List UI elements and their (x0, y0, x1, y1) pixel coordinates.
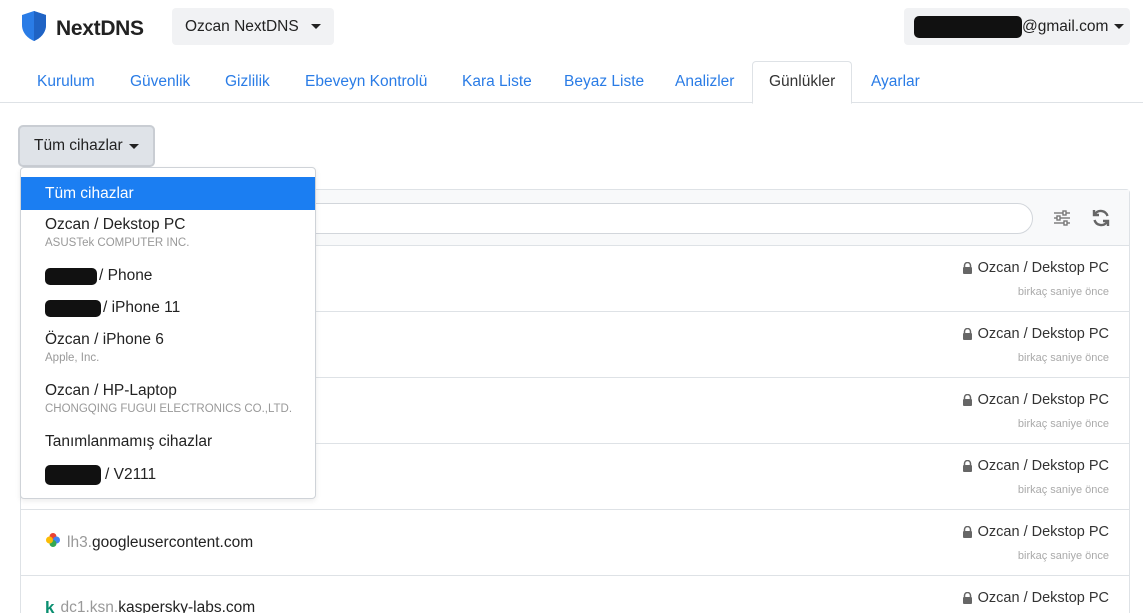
tab-analizler[interactable]: Analizler (659, 61, 750, 103)
log-row[interactable]: lh3.googleusercontent.com Ozcan / Deksto… (21, 510, 1129, 576)
device-option[interactable]: / Phone (21, 267, 315, 285)
device-option[interactable]: Özcan / iPhone 6 Apple, Inc. (21, 331, 315, 364)
account-email-suffix: @gmail.com (1022, 17, 1109, 35)
caret-down-icon (310, 24, 321, 29)
device-filter-label: Tüm cihazlar (34, 137, 123, 154)
lock-icon (962, 459, 973, 472)
log-device: Ozcan / Dekstop PC (962, 524, 1109, 540)
top-header: NextDNS Ozcan NextDNS @gmail.com (0, 0, 1143, 58)
device-option[interactable]: Ozcan / Dekstop PC ASUSTek COMPUTER INC. (21, 216, 315, 249)
log-domain: k dc1.ksn.kaspersky-labs.com (45, 598, 255, 613)
device-filter-button[interactable]: Tüm cihazlar (18, 125, 155, 167)
log-device: Ozcan / Dekstop PC (962, 326, 1109, 342)
log-time: birkaç saniye önce (1017, 286, 1109, 298)
google-photos-icon (45, 532, 61, 553)
redacted-device-owner (45, 299, 101, 317)
device-option[interactable]: / iPhone 11 (21, 299, 315, 317)
refresh-icon[interactable] (1090, 207, 1112, 229)
device-option[interactable]: / V2111 (21, 465, 315, 485)
caret-down-icon (128, 143, 139, 149)
redacted-email-name (914, 15, 1022, 38)
tab-kara-liste[interactable]: Kara Liste (446, 61, 548, 103)
lock-icon (962, 591, 973, 604)
log-time: birkaç saniye önce (1017, 352, 1109, 364)
log-time: birkaç saniye önce (1017, 418, 1109, 430)
tab-ayarlar[interactable]: Ayarlar (855, 61, 936, 103)
nav-tabs: Kurulum Güvenlik Gizlilik Ebeveyn Kontro… (0, 61, 1143, 104)
device-option[interactable]: Ozcan / HP-Laptop CHONGQING FUGUI ELECTR… (21, 382, 315, 415)
log-time: birkaç saniye önce (1017, 484, 1109, 496)
lock-icon (962, 261, 973, 274)
caret-down-icon (1114, 24, 1125, 29)
account-menu-button[interactable]: @gmail.com (904, 8, 1130, 45)
redacted-device-owner (45, 267, 97, 285)
lock-icon (962, 525, 973, 538)
profile-selector-button[interactable]: Ozcan NextDNS (172, 8, 334, 45)
log-device: Ozcan / Dekstop PC (962, 590, 1109, 606)
tab-beyaz-liste[interactable]: Beyaz Liste (548, 61, 660, 103)
tab-kurulum[interactable]: Kurulum (21, 61, 111, 103)
redacted-device-owner (45, 465, 101, 485)
tab-gunlukler[interactable]: Günlükler (752, 61, 853, 104)
log-device: Ozcan / Dekstop PC (962, 392, 1109, 408)
brand-name: NextDNS (56, 16, 144, 40)
device-dropdown-menu: Tüm cihazlar Ozcan / Dekstop PC ASUSTek … (20, 167, 316, 499)
device-option-all[interactable]: Tüm cihazlar (21, 177, 315, 210)
brand[interactable]: NextDNS (20, 10, 144, 47)
device-option-unidentified[interactable]: Tanımlanmamış cihazlar (21, 433, 315, 451)
log-row[interactable]: k dc1.ksn.kaspersky-labs.com Ozcan / Dek… (21, 576, 1129, 613)
lock-icon (962, 393, 973, 406)
profile-name: Ozcan NextDNS (185, 17, 299, 35)
shield-logo-icon (20, 10, 48, 47)
log-time: birkaç saniye önce (1017, 550, 1109, 562)
tab-ebeveyn-kontrolu[interactable]: Ebeveyn Kontrolü (289, 61, 443, 103)
lock-icon (962, 327, 973, 340)
tab-guvenlik[interactable]: Güvenlik (114, 61, 206, 103)
log-device: Ozcan / Dekstop PC (962, 260, 1109, 276)
log-device: Ozcan / Dekstop PC (962, 458, 1109, 474)
kaspersky-icon: k (45, 598, 55, 613)
filter-sliders-icon[interactable] (1051, 207, 1073, 229)
tab-gizlilik[interactable]: Gizlilik (209, 61, 286, 103)
log-domain: lh3.googleusercontent.com (45, 532, 253, 553)
